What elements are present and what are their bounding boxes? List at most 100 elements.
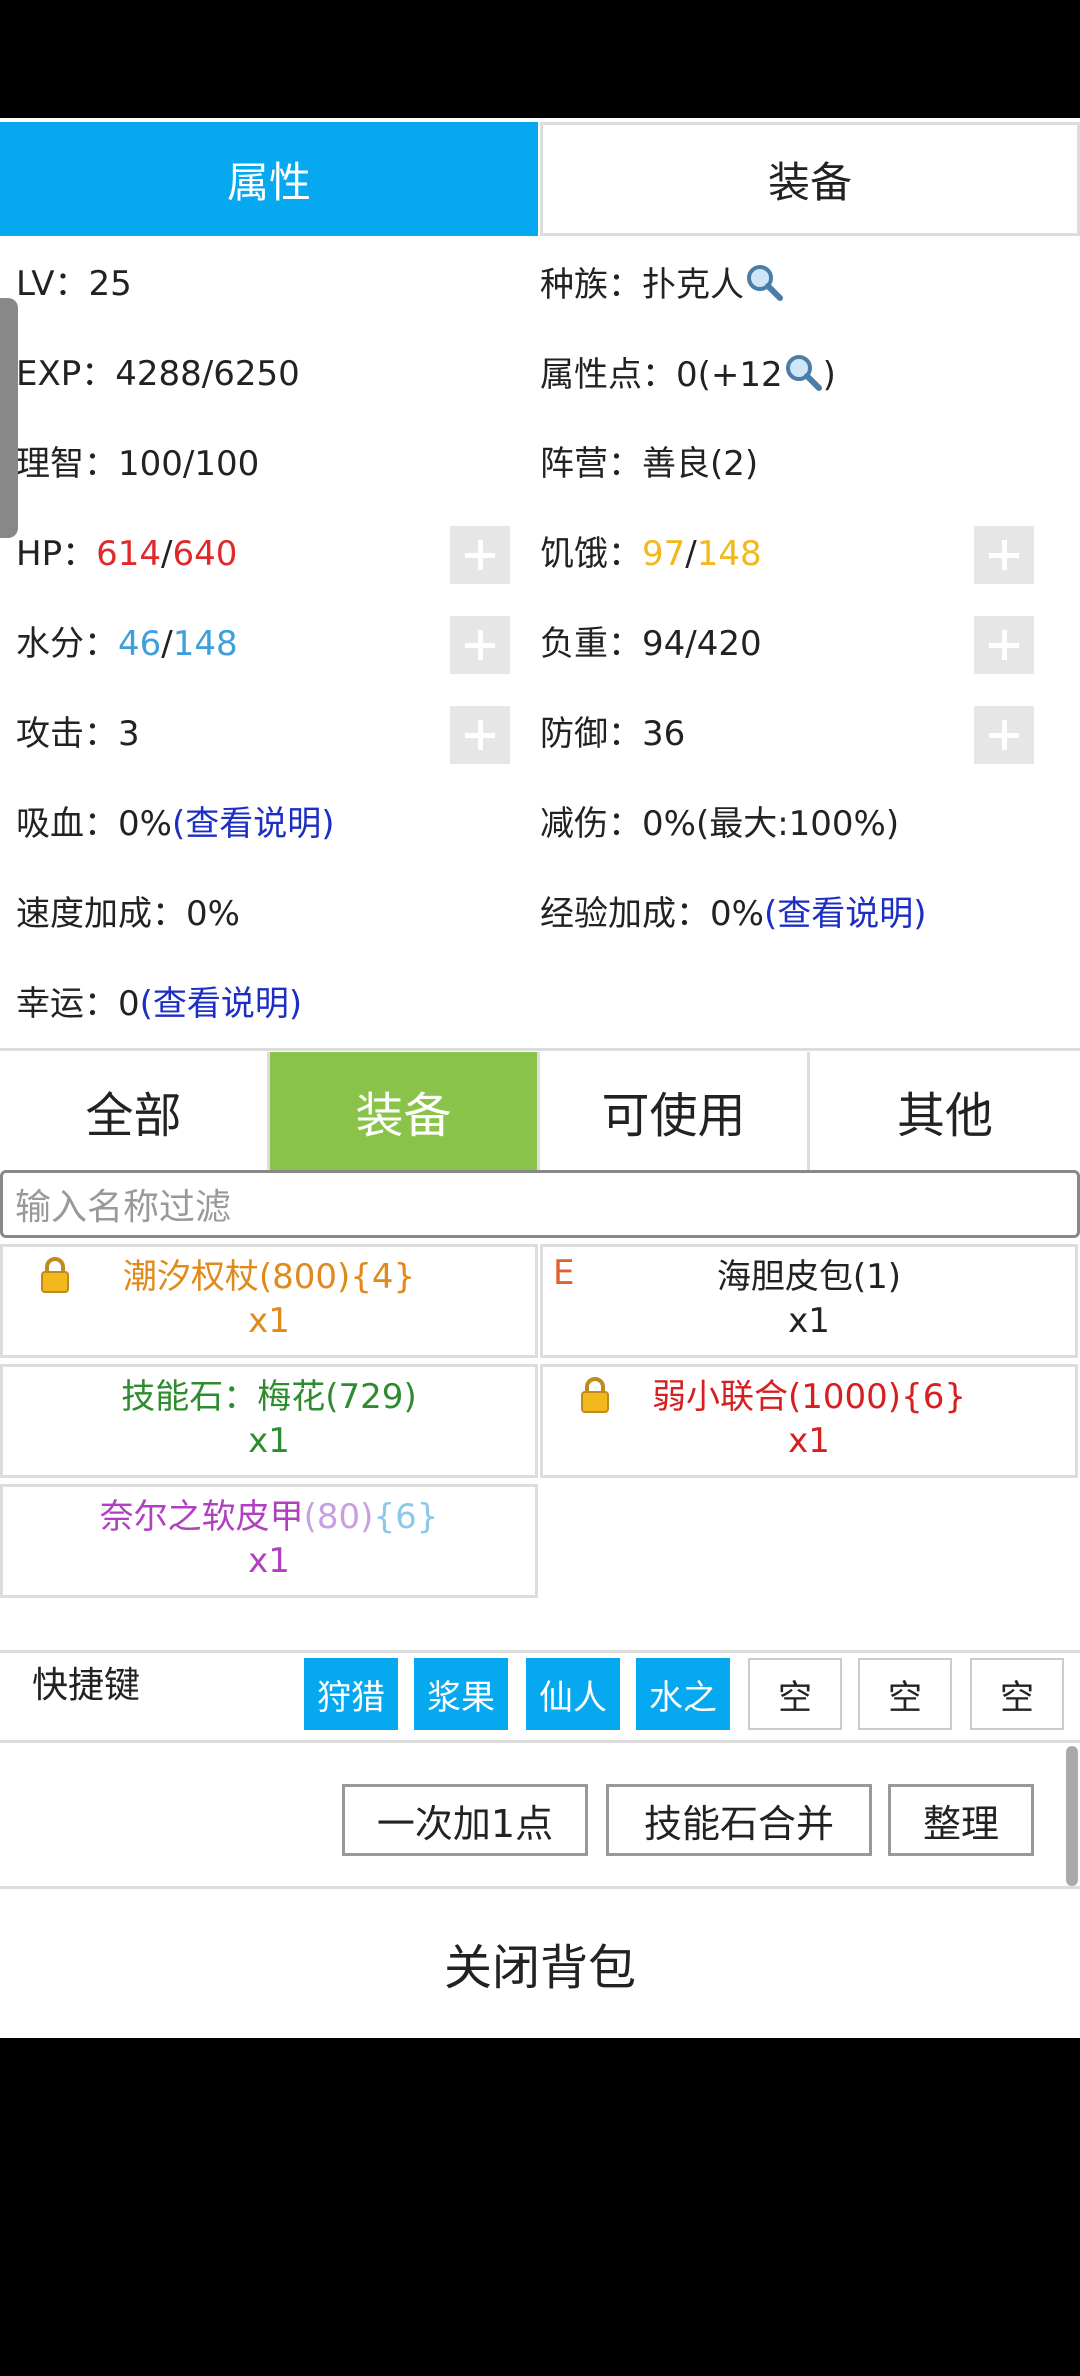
stat-lv-label: LV： xyxy=(16,264,89,304)
stat-speed-bonus-value: 0% xyxy=(186,894,240,934)
shortcut-slot[interactable]: 水之 xyxy=(636,1658,730,1730)
shortcut-slot[interactable]: 浆果 xyxy=(414,1658,508,1730)
stat-damage-reduction: 减伤：0%(最大:100%) xyxy=(540,802,899,846)
stat-sanity: 理智：100/100 xyxy=(16,442,259,486)
lifesteal-help-link[interactable]: (查看说明) xyxy=(172,804,335,844)
stat-luck-value: 0 xyxy=(118,984,140,1024)
hunger-plus-button[interactable] xyxy=(974,526,1034,584)
stat-water-separator: / xyxy=(161,624,173,664)
stat-hunger: 饥饿：97/148 xyxy=(540,532,762,576)
category-all[interactable]: 全部 xyxy=(0,1052,270,1170)
stat-hunger-label: 饥饿： xyxy=(540,534,642,574)
inventory-panel: 属性 装备 LV：25 EXP：4288/6250 理智：100/100 HP：… xyxy=(0,118,1080,2038)
item-quantity: x1 xyxy=(248,1541,290,1581)
item-slot[interactable]: 弱小联合(1000){6} x1 xyxy=(540,1364,1078,1478)
lock-icon xyxy=(581,1377,609,1413)
stat-hp-current: 614 xyxy=(96,534,161,574)
shortcut-slot[interactable]: 狩猎 xyxy=(304,1658,398,1730)
item-slot[interactable]: E 海胆皮包(1) x1 xyxy=(540,1244,1078,1358)
race-magnifier-icon[interactable] xyxy=(744,262,784,302)
divider xyxy=(0,1650,1080,1653)
stat-lifesteal: 吸血：0%(查看说明) xyxy=(16,802,334,846)
category-equipment[interactable]: 装备 xyxy=(270,1052,540,1170)
stat-exp-bonus-label: 经验加成： xyxy=(540,894,710,934)
stat-attack-label: 攻击： xyxy=(16,714,118,754)
stat-attack-value: 3 xyxy=(118,714,140,754)
stat-exp: EXP：4288/6250 xyxy=(16,352,300,396)
item-quantity: x1 xyxy=(788,1301,830,1341)
lock-icon xyxy=(41,1257,69,1293)
item-name: 潮汐权杖(800){4} xyxy=(122,1257,416,1297)
stat-hunger-separator: / xyxy=(685,534,697,574)
stat-attr-points: 属性点：0(+12) xyxy=(540,352,836,397)
stat-faction-value: 善良(2) xyxy=(642,444,759,484)
stat-water-max: 148 xyxy=(172,624,238,664)
stat-defense: 防御：36 xyxy=(540,712,685,756)
shortcut-slot[interactable]: 空 xyxy=(748,1658,842,1730)
sort-button[interactable]: 整理 xyxy=(888,1784,1034,1856)
attr-points-magnifier-icon[interactable] xyxy=(783,352,823,392)
item-name: 海胆皮包(1) xyxy=(716,1257,902,1297)
stat-luck: 幸运：0(查看说明) xyxy=(16,982,302,1026)
stat-load-label: 负重： xyxy=(540,624,642,664)
stat-race: 种族：扑克人 xyxy=(540,262,784,307)
luck-help-link[interactable]: (查看说明) xyxy=(140,984,303,1024)
stat-attr-points-close: ) xyxy=(822,355,836,395)
shortcut-label: 快捷键 xyxy=(32,1665,141,1706)
stat-exp-bonus: 经验加成：0%(查看说明) xyxy=(540,892,926,936)
stat-lifesteal-value: 0% xyxy=(118,804,172,844)
stat-water-current: 46 xyxy=(118,624,162,664)
category-usable[interactable]: 可使用 xyxy=(540,1052,810,1170)
tab-equipment[interactable]: 装备 xyxy=(540,122,1080,236)
water-plus-button[interactable] xyxy=(450,616,510,674)
item-name: 奈尔之软皮甲(80){6} xyxy=(3,1495,535,1539)
item-slot[interactable]: 潮汐权杖(800){4} x1 xyxy=(0,1244,538,1358)
item-slot[interactable]: 奈尔之软皮甲(80){6} x1 xyxy=(0,1484,538,1598)
scrollbar[interactable] xyxy=(1066,1746,1078,1886)
stat-lifesteal-label: 吸血： xyxy=(16,804,118,844)
tab-attributes[interactable]: 属性 xyxy=(0,122,538,236)
item-quantity: x1 xyxy=(788,1421,830,1461)
divider xyxy=(0,1740,1080,1743)
stat-load-value: 94/420 xyxy=(642,624,762,664)
add-one-point-button[interactable]: 一次加1点 xyxy=(342,1784,588,1856)
attack-plus-button[interactable] xyxy=(450,706,510,764)
item-name-part: {6} xyxy=(373,1497,439,1537)
shortcut-slot[interactable]: 空 xyxy=(970,1658,1064,1730)
item-slot[interactable]: 技能石：梅花(729) x1 xyxy=(0,1364,538,1478)
stat-load: 负重：94/420 xyxy=(540,622,762,666)
shortcut-slot[interactable]: 仙人 xyxy=(526,1658,620,1730)
stat-damage-reduction-label: 减伤： xyxy=(540,804,642,844)
category-other[interactable]: 其他 xyxy=(810,1052,1080,1170)
stat-water-label: 水分： xyxy=(16,624,118,664)
item-name-part: 奈尔之软皮甲 xyxy=(99,1497,304,1537)
stat-attr-points-label: 属性点： xyxy=(540,355,676,395)
shortcut-slot[interactable]: 空 xyxy=(858,1658,952,1730)
load-plus-button[interactable] xyxy=(974,616,1034,674)
item-quantity: x1 xyxy=(248,1301,290,1341)
hp-plus-button[interactable] xyxy=(450,526,510,584)
defense-plus-button[interactable] xyxy=(974,706,1034,764)
close-backpack-button[interactable]: 关闭背包 xyxy=(0,1890,1080,2036)
stat-hp-separator: / xyxy=(160,534,173,574)
stat-lv: LV：25 xyxy=(16,262,132,306)
stat-defense-value: 36 xyxy=(642,714,686,754)
stat-faction-label: 阵营： xyxy=(540,444,642,484)
stat-hunger-max: 148 xyxy=(696,534,762,574)
exp-bonus-help-link[interactable]: (查看说明) xyxy=(764,894,927,934)
stat-luck-label: 幸运： xyxy=(16,984,118,1024)
filter-input[interactable]: 输入名称过滤 xyxy=(0,1170,1080,1238)
side-drawer-handle[interactable] xyxy=(0,298,18,538)
item-name: 弱小联合(1000){6} xyxy=(652,1377,966,1417)
stat-exp-label: EXP： xyxy=(16,354,116,394)
stat-race-label: 种族： xyxy=(540,265,642,305)
stat-exp-value: 4288/6250 xyxy=(115,354,300,394)
stat-hp-label: HP： xyxy=(16,534,97,574)
stat-hunger-current: 97 xyxy=(642,534,686,574)
divider xyxy=(0,1886,1080,1889)
equipped-marker: E xyxy=(553,1253,575,1293)
stat-exp-bonus-value: 0% xyxy=(710,894,764,934)
stat-speed-bonus: 速度加成：0% xyxy=(16,892,240,936)
divider xyxy=(0,1048,1080,1051)
merge-skill-stones-button[interactable]: 技能石合并 xyxy=(606,1784,872,1856)
